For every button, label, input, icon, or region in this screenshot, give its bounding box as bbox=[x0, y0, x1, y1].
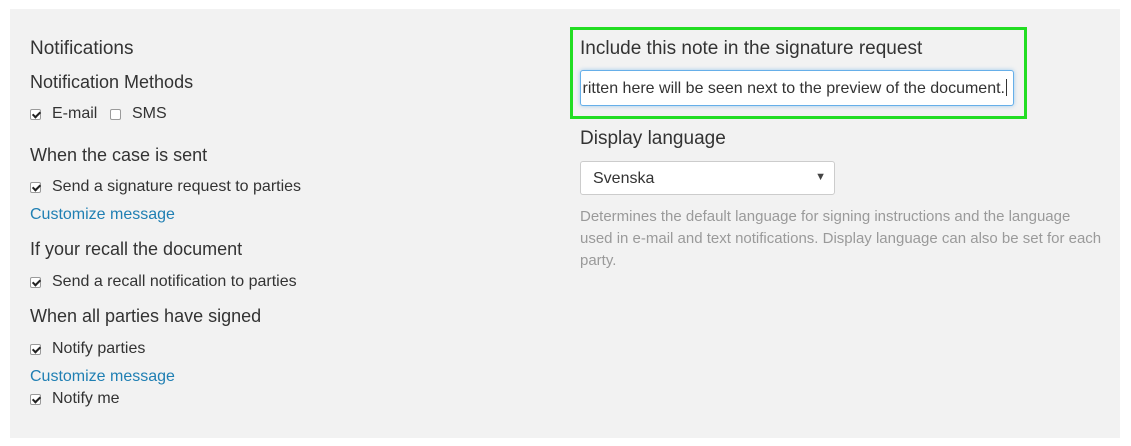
send-request-label: Send a signature request to parties bbox=[52, 178, 302, 195]
display-language-title: Display language bbox=[580, 128, 726, 149]
dropdown-arrow-icon: ▼ bbox=[815, 171, 826, 183]
send-request-checkbox[interactable] bbox=[30, 182, 41, 193]
note-input[interactable]: ritten here will be seen next to the pre… bbox=[580, 70, 1014, 106]
all-signed-title: When all parties have signed bbox=[30, 306, 262, 326]
notify-parties-checkbox[interactable] bbox=[30, 344, 41, 355]
email-label: E-mail bbox=[52, 105, 98, 122]
customize-message-link-signed[interactable]: Customize message bbox=[30, 368, 175, 386]
send-recall-checkbox[interactable] bbox=[30, 277, 41, 288]
note-input-value: ritten here will be seen next to the pre… bbox=[582, 80, 1005, 97]
send-recall-label: Send a recall notification to parties bbox=[52, 273, 297, 290]
note-title: Include this note in the signature reque… bbox=[580, 38, 923, 59]
notify-me-label: Notify me bbox=[52, 390, 120, 407]
notification-methods-title: Notification Methods bbox=[30, 72, 194, 92]
sms-label: SMS bbox=[132, 105, 167, 122]
display-language-value: Svenska bbox=[593, 170, 655, 187]
customize-message-link-sent[interactable]: Customize message bbox=[30, 206, 175, 224]
recall-title: If your recall the document bbox=[30, 239, 243, 259]
notify-parties-label: Notify parties bbox=[52, 340, 146, 357]
sms-checkbox[interactable] bbox=[110, 109, 121, 120]
display-language-help: Determines the default language for sign… bbox=[580, 208, 1102, 269]
text-caret bbox=[1006, 79, 1007, 96]
notify-me-checkbox[interactable] bbox=[30, 394, 41, 405]
display-language-select[interactable]: Svenska ▼ bbox=[580, 161, 835, 195]
notifications-title: Notifications bbox=[30, 38, 134, 59]
case-sent-title: When the case is sent bbox=[30, 145, 208, 165]
email-checkbox[interactable] bbox=[30, 109, 41, 120]
